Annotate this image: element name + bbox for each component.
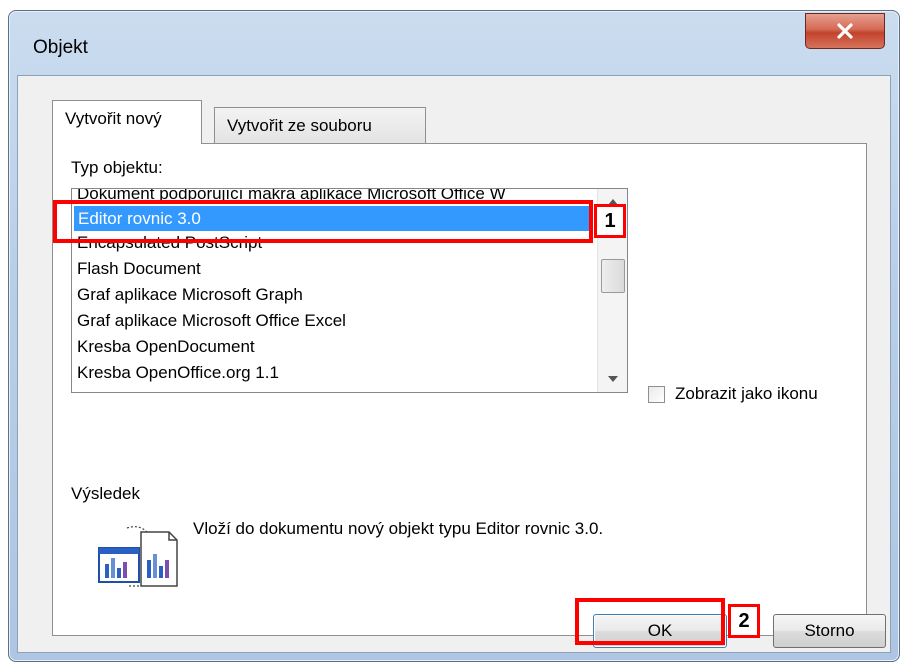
tab-create-new-label: Vytvořit nový: [65, 109, 162, 128]
tab-create-from-file-label: Vytvořit ze souboru: [227, 116, 372, 135]
display-as-icon-label: Zobrazit jako ikonu: [675, 384, 818, 403]
list-item[interactable]: Kresba OpenDocument: [77, 334, 255, 359]
title-bar[interactable]: Objekt: [9, 11, 899, 75]
close-icon: [837, 23, 853, 39]
close-button[interactable]: [805, 13, 885, 49]
dialog-client-area: Vytvořit nový Vytvořit ze souboru Typ ob…: [17, 75, 891, 653]
annotation-highlight-ok: [575, 598, 725, 645]
annotation-marker-1: 1: [594, 204, 626, 238]
scroll-thumb[interactable]: [601, 259, 625, 293]
object-type-label: Typ objektu:: [71, 158, 163, 177]
window-title: Objekt: [33, 37, 88, 58]
object-chart-icon: [97, 524, 181, 588]
checkbox-box[interactable]: [648, 385, 665, 403]
list-item[interactable]: Graf aplikace Microsoft Office Excel: [77, 308, 346, 333]
result-description: Vloží do dokumentu nový objekt typu Edit…: [193, 519, 604, 538]
display-as-icon-checkbox[interactable]: Zobrazit jako ikonu: [648, 384, 818, 404]
annotation-highlight-list-item: [53, 200, 593, 243]
result-label: Výsledek: [71, 484, 140, 503]
dialog-window: Objekt Vytvořit nový Vytvořit ze souboru…: [8, 10, 900, 662]
tab-create-from-file[interactable]: Vytvořit ze souboru: [214, 107, 426, 144]
list-item[interactable]: Flash Document: [77, 256, 201, 281]
annotation-marker-2: 2: [728, 604, 760, 638]
cancel-button-label: Storno: [804, 621, 855, 640]
cancel-button[interactable]: Storno: [773, 614, 886, 648]
tab-create-new[interactable]: Vytvořit nový: [52, 100, 202, 144]
list-item[interactable]: Graf aplikace Microsoft Graph: [77, 282, 303, 307]
list-item[interactable]: Kresba OpenOffice.org 1.1: [77, 360, 279, 385]
scroll-down-button[interactable]: [598, 366, 627, 392]
chevron-down-icon: [607, 376, 618, 382]
